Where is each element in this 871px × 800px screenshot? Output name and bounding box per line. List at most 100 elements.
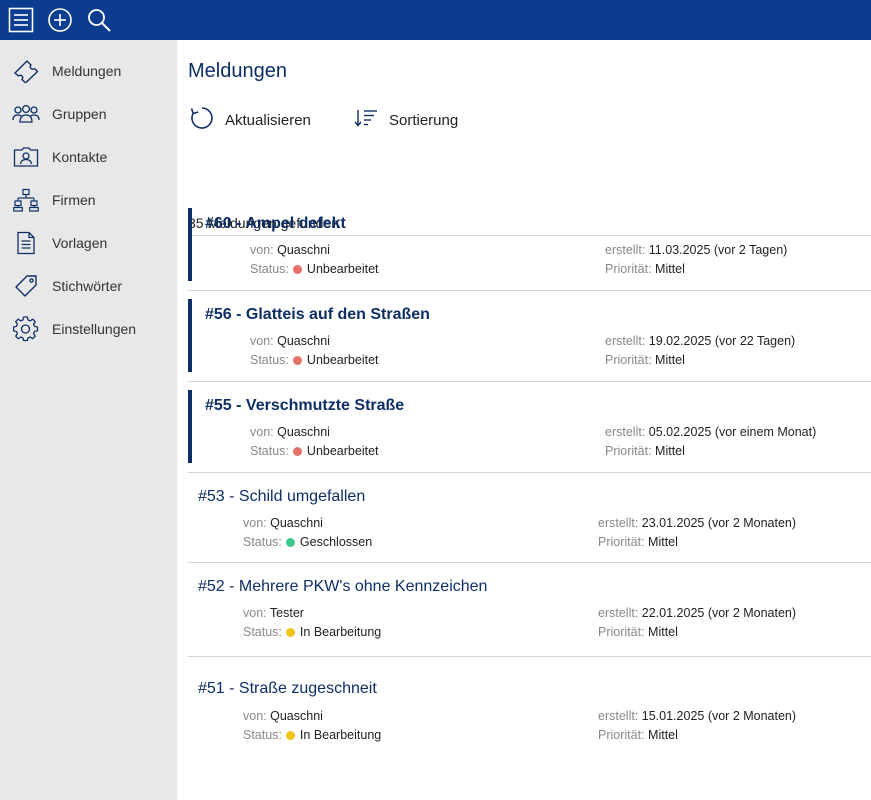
gear-icon [12, 316, 40, 342]
contact-card-icon [12, 145, 40, 169]
report-title[interactable]: #60 - Ampel defekt [205, 215, 346, 233]
document-icon [12, 231, 40, 255]
report-status-label: Status: [243, 728, 282, 742]
sort-button[interactable]: Sortierung [353, 106, 458, 134]
sidebar-item-label: Vorlagen [52, 235, 108, 251]
report-status-label: Status: [250, 262, 289, 276]
report-created-value: 15.01.2025 (vor 2 Monaten) [641, 709, 797, 723]
report-author-label: von: [250, 334, 274, 348]
sidebar-item-meldungen[interactable]: Meldungen [0, 51, 177, 91]
report-created-label: erstellt: [598, 606, 639, 620]
report-priority-label: Priorität: [598, 535, 645, 549]
sidebar-item-stichwoerter[interactable]: Stichwörter [0, 266, 177, 306]
menu-icon[interactable] [6, 5, 36, 35]
report-priority-label: Priorität: [598, 728, 645, 742]
sidebar-item-gruppen[interactable]: Gruppen [0, 94, 177, 134]
search-icon[interactable] [84, 5, 114, 35]
sidebar-item-vorlagen[interactable]: Vorlagen [0, 223, 177, 263]
report-status-value: Unbearbeitet [306, 262, 379, 276]
report-title[interactable]: #51 - Straße zugeschneit [198, 680, 377, 698]
report-priority-value: Mittel [648, 728, 678, 742]
report-author: von: Quaschni [250, 243, 330, 257]
group-icon [12, 102, 40, 126]
sidebar-item-label: Meldungen [52, 63, 122, 79]
report-card[interactable]: #55 - Verschmutzte Straße von: Quaschni St… [188, 382, 871, 473]
report-status-value: Unbearbeitet [306, 444, 379, 458]
report-author-value: Quaschni [277, 243, 330, 257]
report-author: von: Quaschni [250, 425, 330, 439]
report-created: erstellt: 22.01.2025 (vor 2 Monaten) [598, 606, 796, 620]
report-status-value: In Bearbeitung [299, 625, 382, 639]
refresh-button[interactable]: Aktualisieren [189, 106, 311, 134]
report-author: von: Tester [243, 606, 304, 620]
report-priority: Priorität: Mittel [598, 535, 678, 549]
unread-indicator [188, 390, 192, 463]
sort-label: Sortierung [389, 111, 459, 129]
sidebar-item-label: Gruppen [52, 106, 107, 122]
report-status: Status: Geschlossen [243, 535, 372, 549]
report-priority: Priorität: Mittel [605, 353, 685, 367]
report-priority-value: Mittel [648, 535, 678, 549]
plus-circle-icon[interactable] [45, 5, 75, 35]
report-priority-value: Mittel [655, 444, 685, 458]
report-status-label: Status: [250, 444, 289, 458]
report-priority-value: Mittel [655, 353, 685, 367]
report-author-label: von: [243, 709, 267, 723]
refresh-label: Aktualisieren [225, 111, 311, 129]
report-title[interactable]: #52 - Mehrere PKW's ohne Kennzeichen [198, 578, 487, 596]
report-status-label: Status: [243, 535, 282, 549]
report-created: erstellt: 05.02.2025 (vor einem Monat) [605, 425, 816, 439]
report-author-label: von: [250, 243, 274, 257]
report-author-value: Quaschni [270, 516, 323, 530]
main-content: Meldungen Aktualisieren Sortierung 35 Me… [177, 40, 871, 800]
report-created-label: erstellt: [605, 334, 646, 348]
sidebar-item-kontakte[interactable]: Kontakte [0, 137, 177, 177]
sidebar-item-label: Stichwörter [52, 278, 123, 294]
report-priority-label: Priorität: [605, 262, 652, 276]
report-created: erstellt: 19.02.2025 (vor 22 Tagen) [605, 334, 795, 348]
report-status-label: Status: [243, 625, 282, 639]
report-status: Status: In Bearbeitung [243, 625, 381, 639]
report-created-label: erstellt: [605, 243, 646, 257]
report-author-label: von: [250, 425, 274, 439]
ticket-icon [12, 59, 40, 83]
report-title[interactable]: #56 - Glatteis auf den Straßen [205, 306, 430, 324]
status-dot-icon [292, 356, 302, 365]
report-card[interactable]: #51 - Straße zugeschneit von: Quaschni Sta… [188, 657, 871, 760]
report-card[interactable]: #52 - Mehrere PKW's ohne Kennzeichen von:… [188, 563, 871, 657]
status-dot-icon [292, 447, 302, 456]
sidebar-item-label: Kontakte [52, 149, 108, 165]
sidebar: Meldungen Gruppen Kontakte Firmen Vorlag… [0, 40, 177, 800]
status-dot-icon [285, 628, 295, 637]
report-created: erstellt: 23.01.2025 (vor 2 Monaten) [598, 516, 796, 530]
report-author: von: Quaschni [243, 516, 323, 530]
report-created-value: 23.01.2025 (vor 2 Monaten) [641, 516, 797, 530]
report-created-value: 05.02.2025 (vor einem Monat) [648, 425, 817, 439]
sort-icon [353, 107, 379, 134]
status-dot-icon [285, 538, 295, 547]
report-priority-value: Mittel [655, 262, 685, 276]
refresh-icon [189, 105, 215, 136]
unread-indicator [188, 299, 192, 372]
sidebar-item-einstellungen[interactable]: Einstellungen [0, 309, 177, 349]
report-author: von: Quaschni [243, 709, 323, 723]
report-priority: Priorität: Mittel [598, 728, 678, 742]
report-author-label: von: [243, 516, 267, 530]
status-dot-icon [285, 731, 295, 740]
report-title[interactable]: #55 - Verschmutzte Straße [205, 397, 404, 415]
report-status: Status: Unbearbeitet [250, 353, 379, 367]
status-dot-icon [292, 265, 302, 274]
report-title[interactable]: #53 - Schild umgefallen [198, 488, 365, 506]
page-title: Meldungen [188, 60, 287, 82]
report-author-label: von: [243, 606, 267, 620]
report-created-label: erstellt: [605, 425, 646, 439]
report-created: erstellt: 11.03.2025 (vor 2 Tagen) [605, 243, 787, 257]
top-bar [0, 0, 871, 40]
report-status: Status: Unbearbeitet [250, 262, 379, 276]
report-card[interactable]: #60 - Ampel defekt von: Quaschni Status: Un… [188, 200, 871, 291]
report-card[interactable]: #53 - Schild umgefallen von: Quaschni Stat… [188, 473, 871, 563]
report-card[interactable]: #56 - Glatteis auf den Straßen von: Quasc… [188, 291, 871, 382]
report-priority-label: Priorität: [605, 353, 652, 367]
sidebar-item-firmen[interactable]: Firmen [0, 180, 177, 220]
report-created-label: erstellt: [598, 709, 639, 723]
